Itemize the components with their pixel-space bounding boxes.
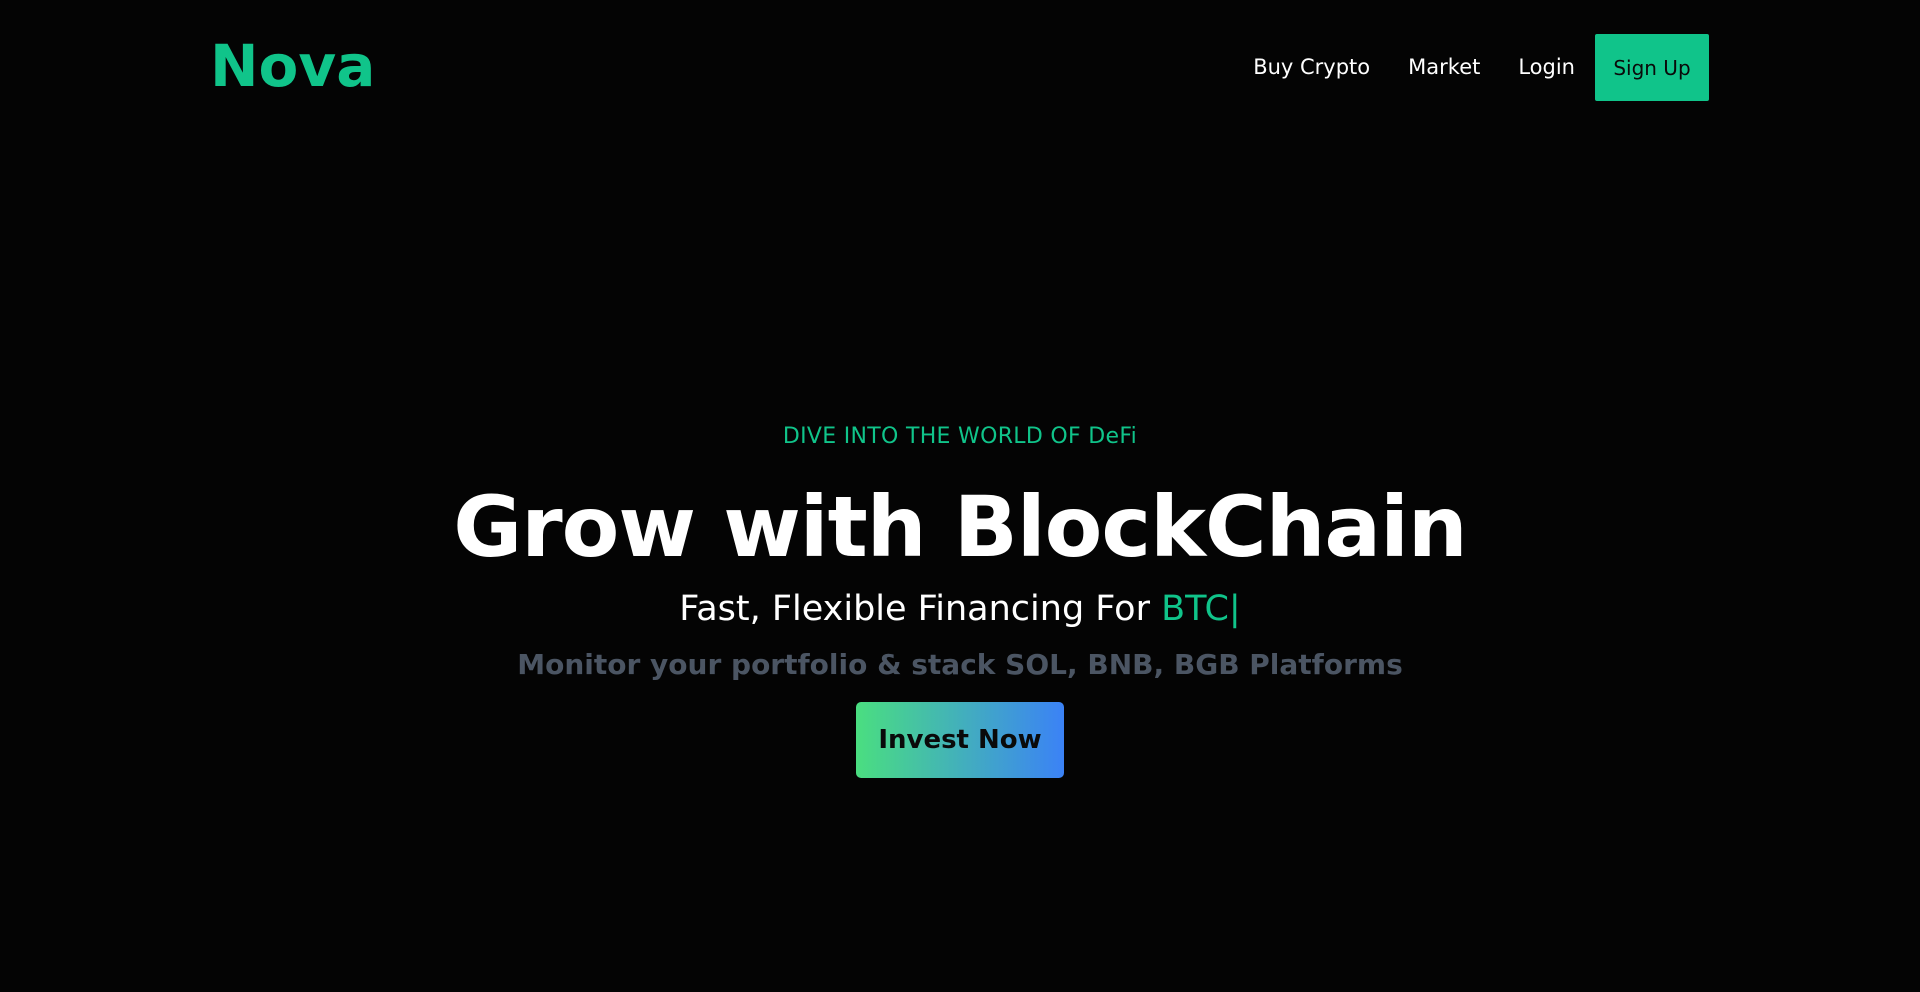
hero-caption: Monitor your portfolio & stack SOL, BNB,… (517, 648, 1403, 681)
signup-button[interactable]: Sign Up (1595, 34, 1709, 101)
hero-subline-prefix: Fast, Flexible Financing For (679, 589, 1162, 629)
nav-link-login[interactable]: Login (1518, 34, 1575, 101)
brand-logo[interactable]: Nova (210, 30, 375, 102)
nav-link-buy-crypto[interactable]: Buy Crypto (1253, 34, 1370, 101)
hero-section: DIVE INTO THE WORLD OF DeFi Grow with Bl… (0, 416, 1920, 778)
hero-eyebrow: DIVE INTO THE WORLD OF DeFi (782, 424, 1138, 449)
nav-link-market[interactable]: Market (1408, 34, 1480, 101)
top-nav: Buy Crypto Market Login Sign Up (1253, 34, 1709, 101)
invest-now-button[interactable]: Invest Now (856, 702, 1064, 778)
landing-page: Nova Buy Crypto Market Login Sign Up DIV… (0, 0, 1920, 992)
hero-subline: Fast, Flexible Financing For BTC| (0, 586, 1920, 632)
hero-typed-coin: BTC| (1161, 589, 1241, 629)
hero-headline: Grow with BlockChain (453, 478, 1467, 576)
